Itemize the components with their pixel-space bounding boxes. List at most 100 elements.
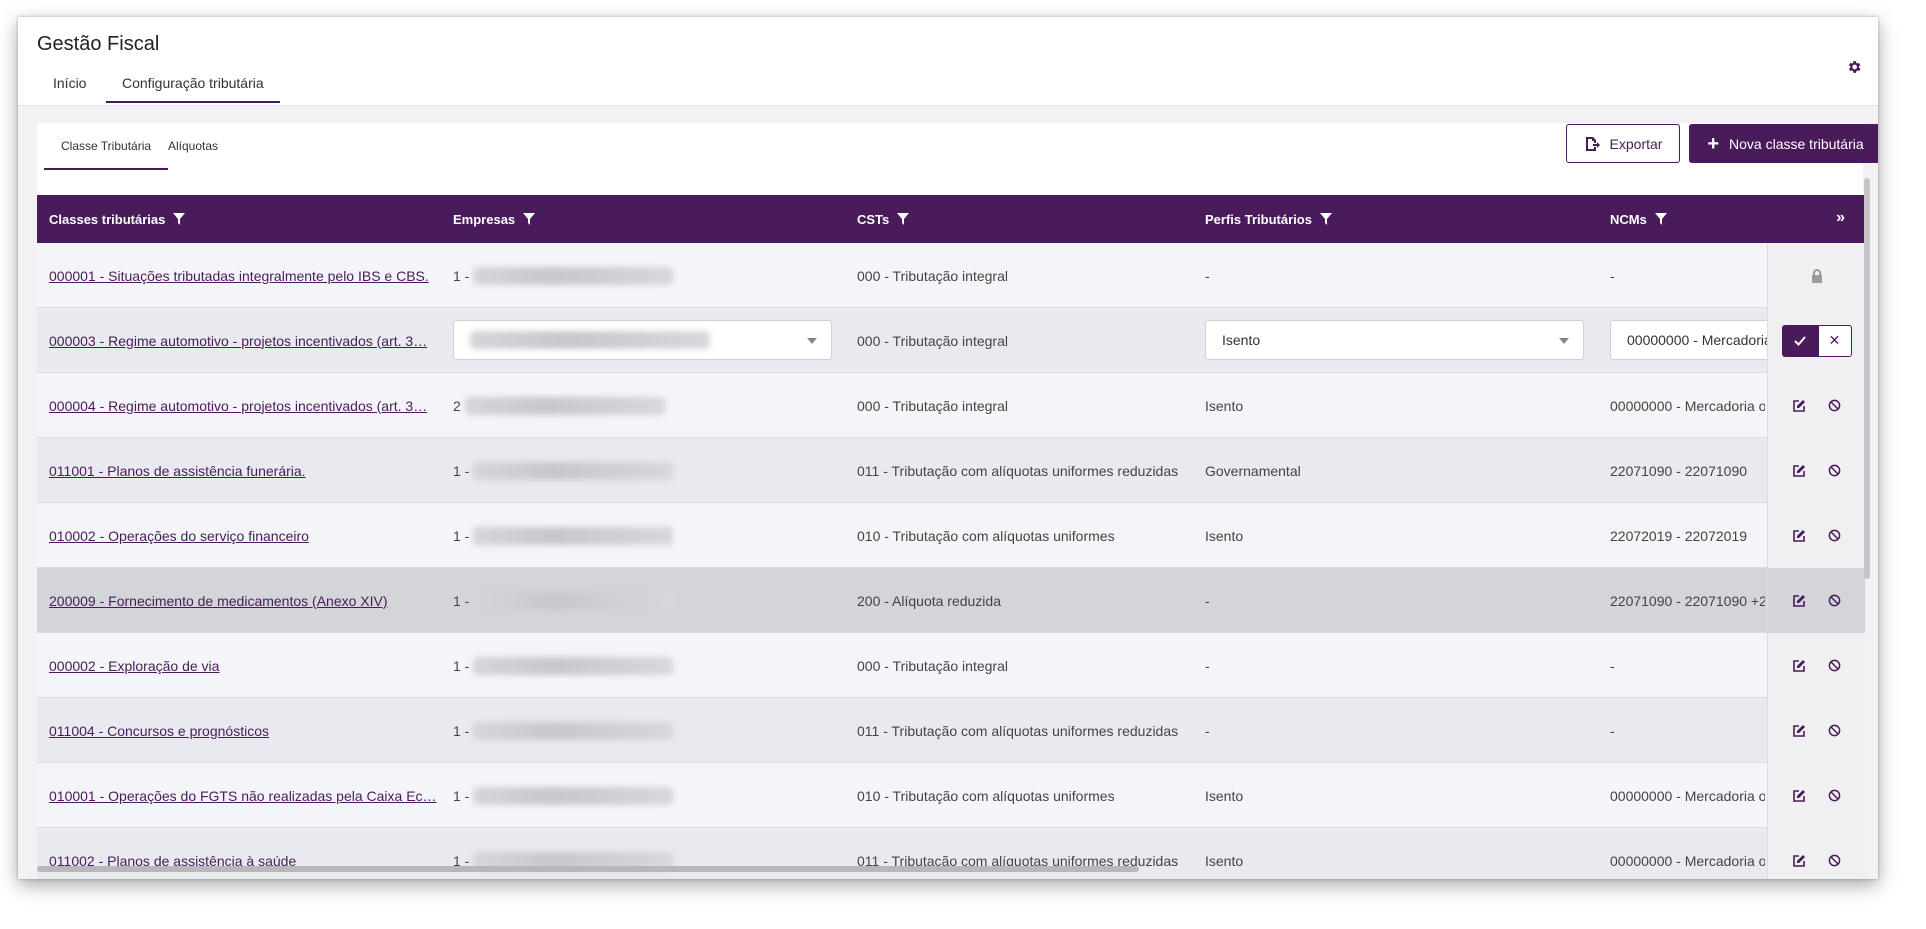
- filter-icon[interactable]: [173, 213, 186, 225]
- export-button[interactable]: Exportar: [1566, 124, 1680, 163]
- perfil-select-value: Isento: [1222, 332, 1261, 348]
- cst-value: 010 - Tributação com alíquotas uniformes: [857, 787, 1115, 804]
- header-empresas[interactable]: Empresas: [453, 195, 536, 243]
- edit-icon[interactable]: [1791, 398, 1807, 414]
- table-row: 011004 - Concursos e prognósticos 1 - 01…: [37, 698, 1865, 763]
- tab-inicio[interactable]: Início: [37, 67, 102, 103]
- empresa-value: 1 -: [453, 722, 470, 739]
- block-icon[interactable]: [1827, 463, 1843, 479]
- edit-icon[interactable]: [1791, 853, 1807, 869]
- tab-aliquotas[interactable]: Alíquotas: [151, 124, 235, 170]
- ncm-select[interactable]: 00000000 - Mercadoria: [1610, 320, 1767, 360]
- edit-icon[interactable]: [1791, 658, 1807, 674]
- redacted-empresa: [473, 266, 674, 285]
- header-ncms[interactable]: NCMs: [1610, 195, 1667, 243]
- redacted-empresa: [473, 656, 674, 675]
- ncm-value: -: [1610, 657, 1615, 674]
- edit-icon[interactable]: [1791, 723, 1807, 739]
- ncm-value: -: [1610, 267, 1615, 284]
- perfil-value: -: [1205, 722, 1210, 739]
- new-class-label: Nova classe tributária: [1729, 135, 1864, 152]
- header-label: CSTs: [857, 211, 890, 227]
- classe-link[interactable]: 010001 - Operações do FGTS não realizada…: [49, 788, 437, 804]
- horizontal-scrollbar[interactable]: [37, 866, 1139, 872]
- cancel-button[interactable]: ✕: [1817, 324, 1852, 357]
- filter-icon[interactable]: [1654, 213, 1667, 225]
- header-perfis[interactable]: Perfis Tributários: [1205, 195, 1332, 243]
- empresa-value: 2: [453, 397, 461, 414]
- classe-link[interactable]: 000003 - Regime automotivo - projetos in…: [49, 333, 427, 349]
- edit-icon[interactable]: [1791, 788, 1807, 804]
- ncm-select-value: 00000000 - Mercadoria: [1627, 332, 1767, 348]
- header-classes[interactable]: Classes tributárias: [49, 195, 186, 243]
- perfil-select[interactable]: Isento: [1205, 320, 1584, 360]
- perfil-value: Isento: [1205, 852, 1244, 869]
- classe-link[interactable]: 000002 - Exploração de via: [49, 658, 219, 674]
- new-class-button[interactable]: + Nova classe tributária: [1689, 124, 1878, 163]
- empresa-value: 1 -: [453, 592, 470, 609]
- header-label: Perfis Tributários: [1205, 211, 1312, 227]
- filter-icon[interactable]: [897, 213, 910, 225]
- cst-value: 000 - Tributação integral: [857, 267, 1008, 284]
- perfil-value: Isento: [1205, 787, 1244, 804]
- empresa-select[interactable]: [453, 320, 832, 360]
- classe-link[interactable]: 000001 - Situações tributadas integralme…: [49, 268, 429, 284]
- row-actions: [1767, 828, 1865, 879]
- page-title: Gestão Fiscal: [37, 33, 160, 55]
- block-icon[interactable]: [1827, 528, 1843, 544]
- cst-value: 010 - Tributação com alíquotas uniformes: [857, 527, 1115, 544]
- gear-icon[interactable]: [1846, 59, 1864, 77]
- header-label: Classes tributárias: [49, 211, 166, 227]
- classe-link[interactable]: 010002 - Operações do serviço financeiro: [49, 528, 309, 544]
- filter-icon[interactable]: [1319, 213, 1332, 225]
- perfil-value: -: [1205, 267, 1210, 284]
- tab-classe-tributaria[interactable]: Classe Tributária: [44, 124, 169, 170]
- row-actions: [1767, 633, 1865, 698]
- redacted-empresa: [464, 396, 665, 415]
- expand-columns-icon[interactable]: »: [1836, 209, 1845, 227]
- cst-value: 000 - Tributação integral: [857, 657, 1008, 674]
- block-icon[interactable]: [1827, 853, 1843, 869]
- block-icon[interactable]: [1827, 788, 1843, 804]
- vertical-scrollbar[interactable]: [1864, 178, 1870, 579]
- classe-link[interactable]: 000004 - Regime automotivo - projetos in…: [49, 398, 427, 414]
- table-row: 010002 - Operações do serviço financeiro…: [37, 503, 1865, 568]
- lock-icon: [1809, 268, 1825, 284]
- row-actions: ✕: [1767, 308, 1865, 373]
- row-actions: [1767, 373, 1865, 438]
- classe-link[interactable]: 011001 - Planos de assistência funerária…: [49, 463, 306, 479]
- block-icon[interactable]: [1827, 723, 1843, 739]
- ncm-value: -: [1610, 722, 1615, 739]
- tab-configuracao-tributaria[interactable]: Configuração tributária: [106, 67, 280, 103]
- edit-icon[interactable]: [1791, 593, 1807, 609]
- table-row: 011001 - Planos de assistência funerária…: [37, 438, 1865, 503]
- classe-link[interactable]: 200009 - Fornecimento de medicamentos (A…: [49, 593, 388, 609]
- plus-icon: +: [1707, 132, 1720, 155]
- redacted-empresa: [473, 461, 674, 480]
- classe-link[interactable]: 011004 - Concursos e prognósticos: [49, 723, 269, 739]
- table-row: 010001 - Operações do FGTS não realizada…: [37, 763, 1865, 828]
- empresa-value: 1 -: [453, 267, 470, 284]
- ncm-value: 22072019 - 22072019: [1610, 527, 1748, 544]
- table-row: 000001 - Situações tributadas integralme…: [37, 243, 1865, 308]
- edit-icon[interactable]: [1791, 528, 1807, 544]
- block-icon[interactable]: [1827, 398, 1843, 414]
- block-icon[interactable]: [1827, 658, 1843, 674]
- edit-icon[interactable]: [1791, 463, 1807, 479]
- filter-icon[interactable]: [523, 213, 536, 225]
- block-icon[interactable]: [1827, 593, 1843, 609]
- table-row-editing: 000003 - Regime automotivo - projetos in…: [37, 308, 1865, 373]
- app-window: Gestão Fiscal Início Configuração tribut…: [18, 17, 1878, 879]
- content-card: Classe Tributária Alíquotas Exportar + N…: [37, 123, 1878, 879]
- row-actions: [1767, 438, 1865, 503]
- redacted-empresa: [473, 721, 674, 740]
- confirm-button[interactable]: [1781, 324, 1818, 357]
- header-csts[interactable]: CSTs: [857, 195, 910, 243]
- empresa-value: 1 -: [453, 462, 470, 479]
- ncm-value: 00000000 - Mercadoria ou: [1610, 397, 1765, 414]
- redacted-empresa: [473, 526, 674, 545]
- cst-value: 000 - Tributação integral: [857, 332, 1008, 349]
- row-actions: [1767, 568, 1865, 633]
- export-icon: [1585, 136, 1600, 151]
- table-row-selected: 200009 - Fornecimento de medicamentos (A…: [37, 568, 1865, 633]
